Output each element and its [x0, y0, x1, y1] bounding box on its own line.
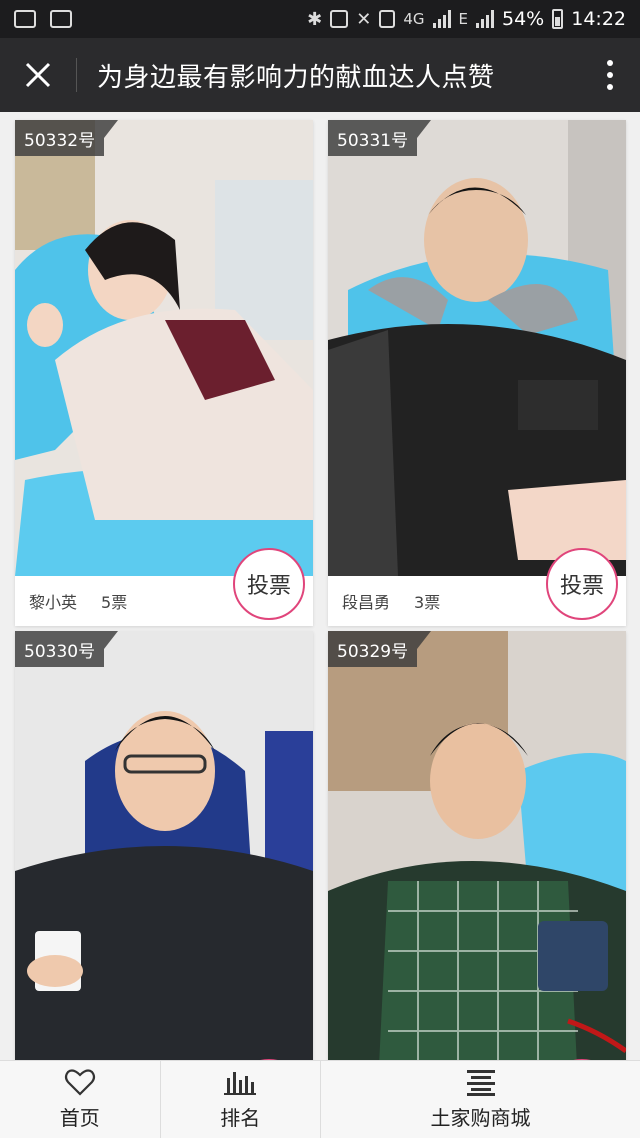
bottom-nav: 首页 排名 土家购商城 — [0, 1060, 640, 1138]
candidate-photo[interactable]: 50332号 — [15, 120, 313, 576]
image-icon — [50, 10, 72, 28]
candidate-photo[interactable]: 50329号 — [328, 631, 626, 1060]
vote-button[interactable]: 投票 — [233, 548, 305, 620]
mute-icon: ✕ — [356, 8, 372, 30]
message-icon — [14, 10, 36, 28]
nav-store[interactable]: 土家购商城 — [320, 1061, 640, 1138]
close-icon — [25, 62, 51, 88]
candidate-votes: 3票 — [414, 593, 441, 612]
vote-button[interactable]: 投票 — [546, 548, 618, 620]
more-menu-button[interactable] — [580, 38, 640, 112]
candidate-number: 50332号 — [15, 120, 119, 156]
signal-icon — [432, 10, 451, 28]
store-icon — [466, 1070, 495, 1096]
candidate-votes: 5票 — [101, 593, 128, 612]
page-title: 为身边最有影响力的献血达人点赞 — [97, 62, 495, 93]
close-button[interactable] — [0, 38, 76, 112]
bar-chart-icon — [224, 1072, 257, 1095]
candidate-number: 50331号 — [328, 120, 432, 156]
candidate-grid: 50332号 黎小英 5票 投票 50331号 段昌勇 3票 投票 50330号… — [0, 112, 640, 1060]
bluetooth-icon: ✱ — [307, 8, 323, 30]
candidate-card[interactable]: 50329号 投票 — [328, 631, 626, 1060]
clock: 14:22 — [571, 8, 626, 30]
candidate-name: 黎小英 — [29, 593, 78, 612]
candidate-name: 段昌勇 — [342, 593, 391, 612]
nav-home[interactable]: 首页 — [0, 1061, 160, 1138]
nav-ranking[interactable]: 排名 — [159, 1061, 321, 1138]
network-type: 4G — [403, 10, 425, 28]
candidate-card[interactable]: 50330号 投票 — [15, 631, 313, 1060]
candidate-number: 50329号 — [328, 631, 432, 667]
heart-icon — [64, 1069, 95, 1096]
candidate-card[interactable]: 50331号 段昌勇 3票 投票 — [328, 120, 626, 626]
sim-icon — [379, 10, 396, 28]
candidate-photo[interactable]: 50331号 — [328, 120, 626, 576]
status-bar: ✱ ✕ 4G E 54% 14:22 — [0, 0, 640, 38]
nav-store-label: 土家购商城 — [430, 1106, 531, 1130]
title-divider — [76, 58, 77, 92]
more-icon — [607, 60, 613, 66]
candidate-photo[interactable]: 50330号 — [15, 631, 313, 1060]
nfc-icon — [330, 10, 349, 28]
battery-icon — [552, 9, 564, 29]
nav-home-label: 首页 — [59, 1106, 100, 1130]
nav-ranking-label: 排名 — [220, 1106, 261, 1130]
candidate-card[interactable]: 50332号 黎小英 5票 投票 — [15, 120, 313, 626]
network-type-secondary: E — [458, 10, 468, 28]
candidate-number: 50330号 — [15, 631, 119, 667]
battery-percent: 54% — [502, 8, 545, 30]
title-bar: 为身边最有影响力的献血达人点赞 — [0, 38, 640, 112]
signal-icon-secondary — [476, 10, 494, 28]
